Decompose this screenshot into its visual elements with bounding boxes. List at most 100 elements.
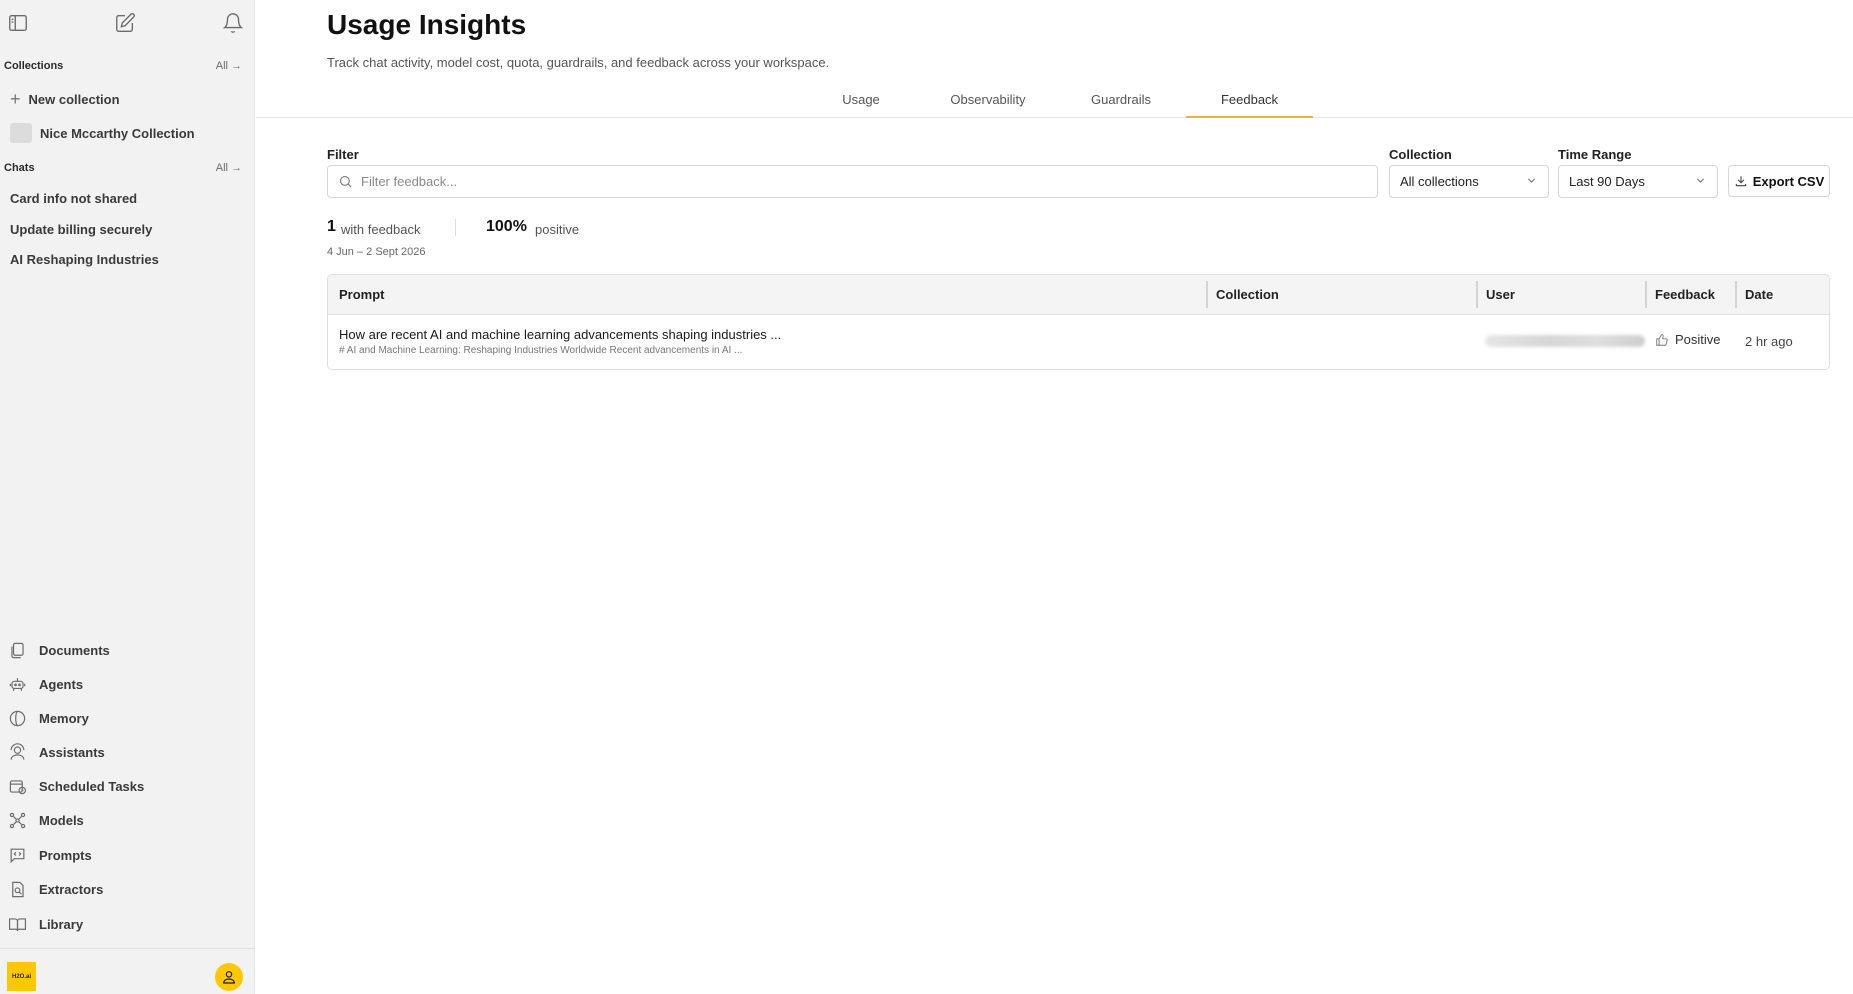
collection-label: Nice Mccarthy Collection: [40, 125, 195, 141]
sidebar-item-collection[interactable]: Nice Mccarthy Collection: [10, 123, 245, 143]
nav-scheduled-tasks[interactable]: Scheduled Tasks: [8, 773, 243, 799]
nav-library[interactable]: Library: [8, 911, 243, 937]
chevron-down-icon: [1694, 174, 1707, 190]
chats-heading: Chats: [4, 162, 35, 174]
response-preview: # AI and Machine Learning: Reshaping Ind…: [339, 345, 743, 356]
date-range-text: 4 Jun – 2 Sept 2026: [327, 246, 426, 258]
nav-prompts[interactable]: Prompts: [8, 842, 243, 868]
chevron-down-icon: [1525, 174, 1538, 190]
notifications-bell-icon[interactable]: [222, 12, 244, 34]
filter-label: Filter: [327, 147, 359, 162]
column-header-collection[interactable]: Collection: [1216, 287, 1279, 302]
collection-select[interactable]: All collections: [1389, 165, 1549, 198]
nav-assistants[interactable]: Assistants: [8, 739, 243, 765]
nav-label: Memory: [39, 710, 89, 726]
main-content: Usage Insights Track chat activity, mode…: [256, 0, 1853, 994]
collection-label: Collection: [1389, 147, 1452, 162]
nav-documents[interactable]: Documents: [8, 637, 243, 663]
nav-label: Documents: [39, 642, 110, 658]
feedback-cell: Positive: [1655, 332, 1721, 347]
nav-memory[interactable]: Memory: [8, 705, 243, 731]
extractors-icon: [12, 881, 24, 897]
models-icon: [9, 812, 26, 828]
page-subtitle: Track chat activity, model cost, quota, …: [327, 55, 830, 70]
time-range-select[interactable]: Last 90 Days: [1558, 165, 1718, 198]
tab-bar: Usage Observability Guardrails Feedback: [256, 86, 1853, 118]
column-header-prompt[interactable]: Prompt: [339, 287, 385, 302]
collections-all-link[interactable]: All →: [216, 60, 242, 72]
chat-label: Update billing securely: [10, 222, 153, 237]
stat-divider: [455, 219, 456, 236]
column-header-user[interactable]: User: [1486, 287, 1515, 302]
chats-all-link[interactable]: All →: [216, 162, 242, 174]
column-resize-handle[interactable]: [1206, 281, 1208, 308]
export-csv-label: Export CSV: [1752, 173, 1825, 189]
export-csv-button[interactable]: Export CSV: [1728, 165, 1830, 197]
user-cell-redacted: [1485, 335, 1645, 347]
feedback-table: Prompt Collection User Feedback Date How…: [327, 274, 1830, 370]
prompts-icon: [10, 848, 25, 863]
nav-agents[interactable]: Agents: [8, 671, 243, 697]
column-header-feedback[interactable]: Feedback: [1655, 287, 1715, 302]
nav-extractors[interactable]: Extractors: [8, 876, 243, 902]
new-collection-button[interactable]: + New collection: [10, 89, 245, 110]
chat-item[interactable]: Update billing securely: [10, 222, 245, 237]
nav-label: Prompts: [39, 847, 92, 863]
collections-header: Collections All →: [4, 60, 242, 72]
feedback-count-label: with feedback: [341, 222, 421, 237]
collection-select-value: All collections: [1400, 174, 1479, 189]
agents-icon: [9, 677, 26, 691]
positive-label: positive: [535, 222, 580, 237]
collections-all-label: All: [215, 60, 228, 72]
column-resize-handle[interactable]: [1645, 281, 1647, 308]
table-row[interactable]: How are recent AI and machine learning a…: [328, 315, 1829, 369]
nav-label: Agents: [39, 676, 84, 692]
assistants-icon: [10, 742, 25, 760]
thumbs-up-icon: [1656, 333, 1668, 346]
chat-item[interactable]: Card info not shared: [10, 191, 245, 206]
new-collection-label: New collection: [28, 92, 120, 107]
feedback-count: 1: [327, 218, 336, 235]
h2o-logo: H2O.ai: [7, 962, 36, 991]
nav-label: Scheduled Tasks: [39, 778, 145, 794]
nav-label: Library: [39, 916, 84, 932]
memory-icon: [9, 710, 26, 726]
tab-guardrails[interactable]: Guardrails: [1071, 92, 1171, 118]
prompt-text: How are recent AI and machine learning a…: [339, 327, 782, 342]
nav-label: Assistants: [39, 744, 105, 760]
toggle-sidebar-icon[interactable]: [7, 12, 29, 34]
nav-label: Models: [39, 812, 84, 828]
column-resize-handle[interactable]: [1476, 281, 1478, 308]
arrow-right-icon: →: [231, 162, 242, 174]
chat-label: Card info not shared: [10, 191, 138, 206]
arrow-right-icon: →: [231, 60, 242, 72]
active-tab-indicator: [1186, 116, 1313, 118]
filter-input[interactable]: [361, 174, 1377, 189]
scheduled-tasks-icon: [9, 779, 27, 794]
collections-heading: Collections: [4, 60, 64, 72]
column-header-date[interactable]: Date: [1745, 287, 1773, 302]
search-icon: [339, 175, 352, 188]
new-chat-icon[interactable]: [114, 12, 136, 34]
table-header: Prompt Collection User Feedback Date: [328, 275, 1829, 315]
collection-thumbnail: [10, 123, 32, 143]
sidebar: Collections All → + New collection Nice M…: [0, 0, 255, 994]
download-icon: [1735, 176, 1746, 187]
user-avatar[interactable]: [215, 963, 243, 991]
feedback-value: Positive: [1675, 332, 1721, 347]
tab-usage[interactable]: Usage: [821, 92, 901, 118]
nav-models[interactable]: Models: [8, 807, 243, 833]
tab-observability[interactable]: Observability: [928, 92, 1048, 118]
positive-percentage: 100%: [486, 218, 527, 235]
filter-field: [327, 165, 1378, 198]
sidebar-footer: H2O.ai: [0, 948, 255, 994]
sidebar-toolbar: [0, 0, 255, 46]
chats-all-label: All: [215, 162, 228, 174]
tab-feedback[interactable]: Feedback: [1186, 92, 1313, 118]
chat-label: AI Reshaping Industries: [10, 252, 159, 267]
documents-icon: [11, 642, 24, 658]
column-resize-handle[interactable]: [1735, 281, 1737, 308]
library-icon: [8, 917, 27, 931]
chat-item[interactable]: AI Reshaping Industries: [10, 252, 245, 267]
time-range-select-value: Last 90 Days: [1569, 174, 1645, 189]
